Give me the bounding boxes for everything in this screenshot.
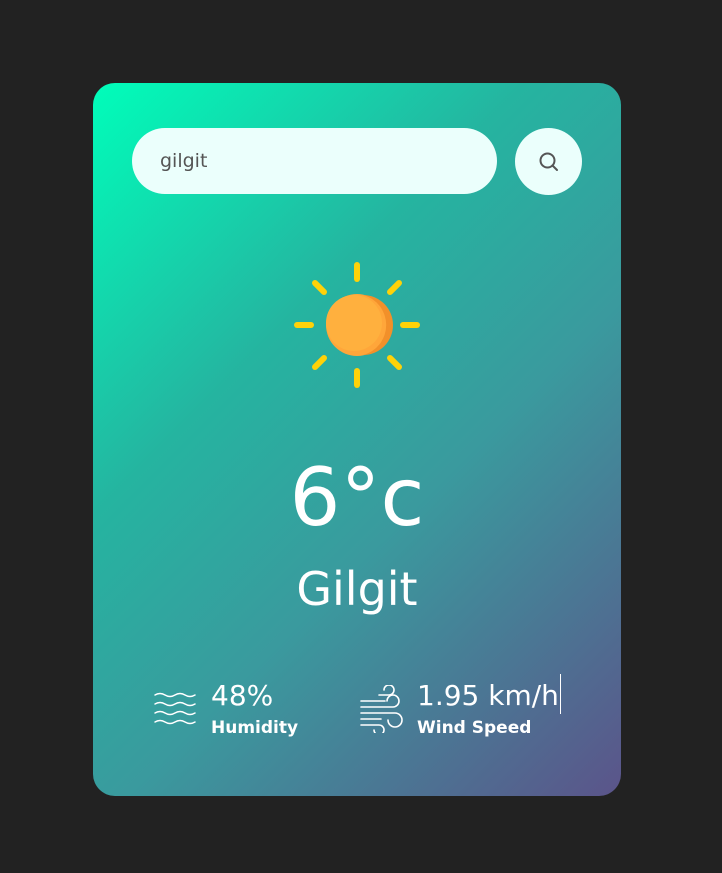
wind-value-row: 1.95 km/h — [417, 674, 561, 714]
humidity-label: Humidity — [211, 718, 299, 738]
search-button[interactable] — [515, 128, 582, 195]
wind-section: 1.95 km/h Wind Speed — [359, 674, 561, 740]
wind-text: 1.95 km/h Wind Speed — [417, 674, 561, 740]
wind-label: Wind Speed — [417, 718, 532, 738]
wind-icon — [359, 684, 407, 736]
search-input[interactable] — [132, 128, 497, 194]
weather-details: 48% Humidity 1.95 km/h Wind Speed — [93, 674, 621, 758]
humidity-section: 48% Humidity — [153, 678, 298, 740]
humidity-value: 48% — [211, 679, 274, 712]
search-icon — [538, 151, 560, 173]
sun-icon — [293, 261, 421, 389]
temperature: 6°c — [289, 451, 425, 544]
weather-card: 6°c Gilgit 48% Humidity — [93, 83, 621, 796]
text-caret — [559, 674, 561, 714]
city-name: Gilgit — [296, 562, 418, 616]
humidity-text: 48% Humidity — [211, 678, 298, 740]
wind-value: 1.95 km/h — [417, 679, 559, 712]
humidity-icon — [153, 685, 201, 733]
